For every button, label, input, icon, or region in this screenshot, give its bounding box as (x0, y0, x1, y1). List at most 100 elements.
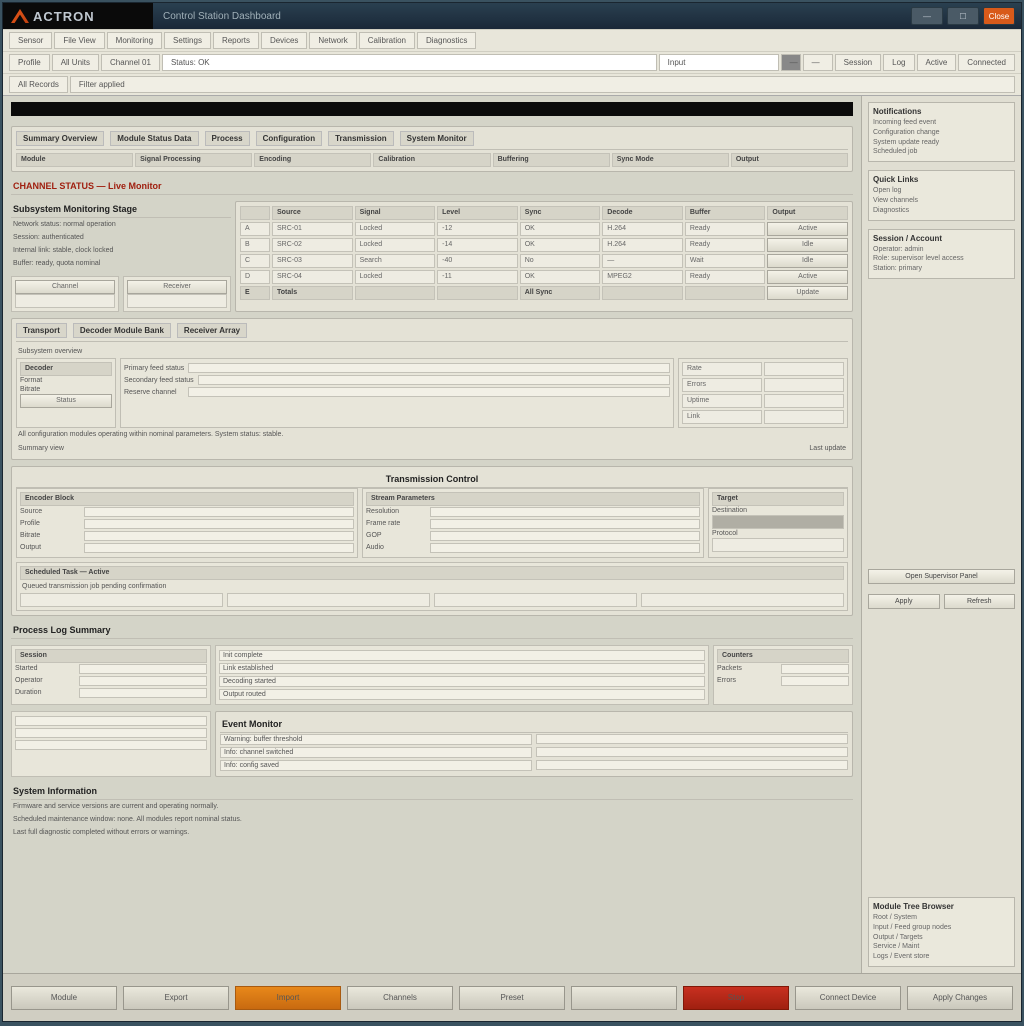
system-info: System Information Firmware and service … (11, 783, 853, 839)
encoder-box: Encoder Block Source Profile Bitrate Out… (16, 488, 358, 558)
menu-item[interactable]: Monitoring (107, 32, 162, 49)
tab[interactable]: Decoder Module Bank (73, 323, 171, 338)
target-value (712, 515, 844, 529)
footer-button-stop[interactable]: Stop (683, 986, 789, 1010)
info-line: Buffer: ready, quota nominal (11, 257, 231, 270)
footer-button[interactable] (571, 986, 677, 1010)
update-button[interactable]: Update (767, 286, 848, 300)
field-row: Operator (15, 675, 207, 687)
field-row: Source (20, 506, 354, 518)
status-cell: All Units (52, 54, 99, 71)
scheduled-fields (20, 593, 844, 607)
close-button[interactable]: Close (983, 7, 1015, 25)
col-header (240, 206, 270, 220)
footer-button[interactable]: Channels (347, 986, 453, 1010)
field-row: Audio (366, 542, 700, 554)
tab[interactable]: Configuration (256, 131, 322, 146)
summary-panel: Summary Overview Module Status Data Proc… (11, 126, 853, 172)
field-row: Packets (717, 663, 849, 675)
tab[interactable]: Transmission (328, 131, 394, 146)
tab[interactable]: Process (205, 131, 250, 146)
refresh-button[interactable]: Refresh (944, 594, 1016, 609)
tab[interactable]: System Monitor (400, 131, 474, 146)
mini-button[interactable]: Channel (15, 280, 115, 294)
footer-button-orange[interactable]: Import (235, 986, 341, 1010)
separator-bar (11, 102, 853, 116)
log-line: Init complete (219, 649, 705, 662)
maximize-button[interactable]: ☐ (947, 7, 979, 25)
footer-button[interactable]: Preset (459, 986, 565, 1010)
tree-line[interactable]: Logs / Event store (873, 952, 1010, 962)
system-info-title: System Information (11, 783, 853, 800)
field[interactable] (227, 593, 430, 607)
target-value (712, 538, 844, 552)
col-header: Buffering (493, 153, 610, 167)
mini-button[interactable]: Receiver (127, 280, 227, 294)
menu-item[interactable]: Devices (261, 32, 307, 49)
col-header: Signal Processing (135, 153, 252, 167)
link-line[interactable]: Open log (873, 186, 1010, 196)
box-header: Session (15, 649, 207, 663)
event-line: Info: config saved (220, 759, 848, 772)
link-line[interactable]: Diagnostics (873, 206, 1010, 216)
row-button[interactable]: Idle (767, 254, 848, 268)
row-button[interactable]: Active (767, 270, 848, 284)
filter-input[interactable]: Input (659, 54, 779, 71)
menu-item[interactable]: Sensor (9, 32, 52, 49)
field-row: Destination (712, 506, 844, 515)
menu-item[interactable]: Reports (213, 32, 259, 49)
supervisor-button[interactable]: Open Supervisor Panel (868, 569, 1015, 584)
sidebar: Notifications Incoming feed event Config… (861, 96, 1021, 973)
process-title: Process Log Summary (11, 622, 853, 639)
log-line: Link established (219, 662, 705, 675)
col-header: Output (731, 153, 848, 167)
row-cell: SRC-01 (272, 222, 353, 236)
tab[interactable]: Receiver Array (177, 323, 247, 338)
body: Summary Overview Module Status Data Proc… (3, 96, 1021, 973)
search-input[interactable]: Status: OK (162, 54, 657, 71)
field-row: GOP (366, 530, 700, 542)
box-button[interactable]: Status (20, 394, 112, 408)
menu-item[interactable]: Network (309, 32, 356, 49)
tree-line[interactable]: Output / Targets (873, 933, 1010, 943)
field-row: Bitrate (20, 530, 354, 542)
row-cell: SRC-02 (272, 238, 353, 252)
decoder-box: Decoder Format Bitrate Status (16, 358, 116, 428)
menu-item[interactable]: File View (54, 32, 104, 49)
tab[interactable]: Module Status Data (110, 131, 198, 146)
status-cell: Log (883, 54, 914, 71)
col-header: Module (16, 153, 133, 167)
stat-cell: Rate (682, 362, 762, 376)
tree-line[interactable]: Input / Feed group nodes (873, 923, 1010, 933)
row-button[interactable]: Idle (767, 238, 848, 252)
field-row: Profile (20, 518, 354, 530)
tree-line[interactable]: Root / System (873, 913, 1010, 923)
tab[interactable]: Transport (16, 323, 67, 338)
row-cell: -12 (437, 222, 518, 236)
footer-button[interactable]: Connect Device (795, 986, 901, 1010)
event-line: Info: channel switched (220, 746, 848, 759)
apply-button[interactable]: Apply (868, 594, 940, 609)
menu-row: Sensor File View Monitoring Settings Rep… (3, 29, 1021, 51)
footer-button[interactable]: Module (11, 986, 117, 1010)
info-line: Scheduled maintenance window: none. All … (11, 813, 853, 826)
tab[interactable]: Summary Overview (16, 131, 104, 146)
field[interactable] (641, 593, 844, 607)
window-title: Control Station Dashboard (153, 11, 905, 22)
field-row: Duration (15, 687, 207, 699)
row-button[interactable]: Active (767, 222, 848, 236)
footer-button-apply[interactable]: Apply Changes (907, 986, 1013, 1010)
box-header: Target (712, 492, 844, 506)
box-header: Encoder Block (20, 492, 354, 506)
menu-item[interactable]: Settings (164, 32, 211, 49)
link-line[interactable]: View channels (873, 196, 1010, 206)
minimize-button[interactable]: — (911, 7, 943, 25)
menu-item[interactable]: Diagnostics (417, 32, 476, 49)
field[interactable] (20, 593, 223, 607)
tree-line[interactable]: Service / Maint (873, 942, 1010, 952)
footer-button[interactable]: Export (123, 986, 229, 1010)
row-cell: -11 (437, 270, 518, 284)
status-row: Profile All Units Channel 01 Status: OK … (3, 51, 1021, 73)
field[interactable] (434, 593, 637, 607)
menu-item[interactable]: Calibration (359, 32, 415, 49)
